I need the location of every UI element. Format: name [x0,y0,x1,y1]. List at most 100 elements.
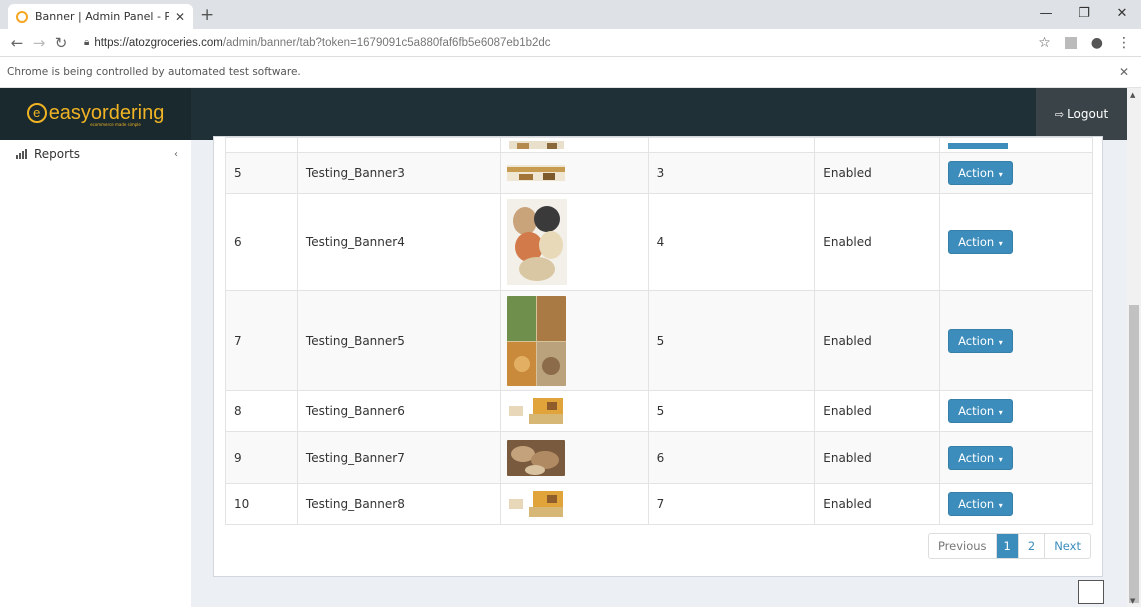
table-row: 8 Testing_Banner6 5 Enabled Action ▾ [225,390,1093,432]
infobar-close-icon[interactable]: ✕ [1119,65,1129,79]
url-field[interactable]: https://atozgroceries.com/admin/banner/t… [94,37,1038,49]
logo-tagline: ecommerce made simple [90,121,141,127]
app-header: e easyordering ecommerce made simple ⇨ Lo… [0,88,1127,140]
cell-position: 3 [647,152,816,194]
automation-notice: Chrome is being controlled by automated … [7,66,301,78]
logout-button[interactable]: ⇨ Logout [1036,88,1127,140]
cell-name: Testing_Banner4 [296,193,501,291]
forward-icon[interactable]: → [28,34,50,52]
pagination: Previous 1 2 Next [927,533,1091,559]
action-label: Action [958,450,995,465]
action-button[interactable]: Action ▾ [948,230,1013,254]
browser-tabbar: Banner | Admin Panel - Powered ✕ + — ❐ ✕ [0,0,1141,29]
caret-down-icon: ▾ [996,408,1003,417]
pagination-next[interactable]: Next [1044,534,1090,558]
pagination-previous[interactable]: Previous [929,534,996,558]
menu-kebab-icon[interactable]: ⋮ [1117,35,1131,51]
cell-name: Testing_Banner8 [296,483,501,525]
maximize-icon[interactable]: ❐ [1065,0,1103,29]
logout-icon: ⇨ [1054,107,1065,121]
banner-thumbnail [506,439,565,476]
caret-down-icon: ▾ [996,239,1003,248]
scrollbar-thumb[interactable] [1129,305,1139,603]
action-button[interactable]: Action ▾ [948,328,1013,353]
action-label: Action [958,333,995,348]
logout-label: Logout [1067,107,1109,121]
scroll-up-arrow-icon[interactable]: ▲ [1130,91,1135,99]
tab-close-icon[interactable]: ✕ [175,10,185,24]
cell-id: 6 [225,193,298,291]
address-bar: ← → ↻ 🔒︎ https://atozgroceries.com/admin… [0,29,1141,57]
tab-title: Banner | Admin Panel - Powered [35,10,169,23]
scroll-down-arrow-icon[interactable]: ▼ [1130,597,1135,605]
new-tab-icon[interactable]: + [200,5,214,25]
action-button[interactable]: Action ▾ [948,445,1013,470]
action-button[interactable]: Action ▾ [948,161,1013,185]
logo[interactable]: e easyordering ecommerce made simple [0,88,191,140]
cell-position: 5 [647,390,816,432]
cell-status: Enabled [814,431,941,484]
close-window-icon[interactable]: ✕ [1103,0,1141,29]
caret-down-icon: ▾ [996,454,1003,464]
action-button[interactable]: Action ▾ [948,399,1013,423]
back-icon[interactable]: ← [6,34,28,52]
cell-id: 9 [225,431,298,484]
floating-square-button[interactable] [1078,580,1104,604]
url-host: https://atozgroceries.com [94,36,223,49]
pagination-page-2[interactable]: 2 [1017,534,1044,558]
cell-name: Testing_Banner7 [296,431,501,484]
table-row-partial [225,137,1093,153]
profile-icon[interactable]: ● [1091,35,1103,51]
banner-thumbnail [506,396,565,426]
cell-position: 7 [647,483,816,525]
table-row: 6 Testing_Banner4 4 Enabled Action ▾ [225,193,1093,291]
reload-icon[interactable]: ↻ [50,34,72,52]
minimize-icon[interactable]: — [1027,0,1065,29]
main-content: 5 Testing_Banner3 3 Enabled Action ▾ 6 T… [191,136,1127,607]
action-button[interactable]: Action ▾ [948,492,1013,516]
cell-id: 10 [225,483,298,525]
pagination-page-1[interactable]: 1 [995,534,1018,558]
banner-thumbnail [506,165,565,181]
table-row: 9 Testing_Banner7 6 Enabled Action ▾ [225,431,1093,484]
cell-status: Enabled [814,290,941,391]
bar-chart-icon [16,149,27,159]
cell-id: 5 [225,152,298,194]
logo-mark-icon: e [26,103,47,123]
action-label: Action [958,404,995,418]
banner-thumbnail [506,199,567,285]
banner-table: 5 Testing_Banner3 3 Enabled Action ▾ 6 T… [225,137,1093,525]
cell-status: Enabled [814,483,941,525]
action-label: Action [958,235,995,249]
bookmark-star-icon[interactable]: ☆ [1038,35,1051,51]
cell-position: 5 [647,290,816,391]
chevron-left-icon: ‹ [174,148,178,160]
action-label: Action [958,497,995,511]
banner-thumbnail [506,295,566,386]
page-scrollbar[interactable]: ▲ ▼ [1127,88,1141,607]
caret-down-icon: ▾ [996,501,1003,510]
window-controls: — ❐ ✕ [1027,0,1141,29]
browser-tab[interactable]: Banner | Admin Panel - Powered ✕ [8,4,193,29]
cell-position: 4 [647,193,816,291]
cell-name: Testing_Banner5 [296,290,501,391]
automation-infobar: Chrome is being controlled by automated … [0,57,1141,88]
caret-down-icon: ▾ [996,337,1003,347]
action-button-partial[interactable] [948,143,1009,149]
caret-down-icon: ▾ [996,170,1003,179]
action-label: Action [958,166,995,180]
sidebar-item-reports[interactable]: Reports ‹ [16,147,186,161]
extension-icon[interactable] [1064,36,1077,49]
banner-panel: 5 Testing_Banner3 3 Enabled Action ▾ 6 T… [213,136,1103,577]
sidebar-item-label: Reports [34,147,81,161]
banner-thumbnail [506,489,565,519]
cell-id: 7 [225,290,298,391]
cell-position: 6 [647,431,816,484]
cell-status: Enabled [814,390,941,432]
lock-icon: 🔒︎ [84,37,90,48]
table-row: 7 Testing_Banner5 5 Enabled Action ▾ [225,290,1093,391]
banner-thumbnail [508,141,564,149]
url-path: /admin/banner/tab?token=1679091c5a880faf… [222,36,551,49]
sidebar: Reports ‹ [0,140,191,607]
site-favicon-icon [16,10,28,23]
